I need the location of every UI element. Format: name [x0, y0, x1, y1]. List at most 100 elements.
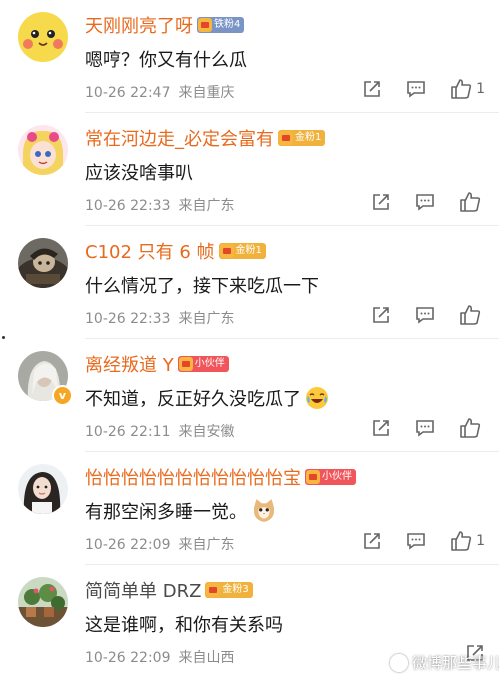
fan-badge: 小伙伴	[177, 356, 229, 372]
comment-meta: 10-26 22:09 来自山西	[85, 647, 234, 667]
comment-text: 有那空闲多睡一觉。	[85, 498, 277, 524]
comment-actions	[347, 191, 485, 213]
username[interactable]: 简简单单 DRZ	[85, 577, 201, 603]
fan-badge: 金粉1	[218, 243, 266, 259]
comment-meta: 10-26 22:33 来自广东	[85, 308, 234, 328]
like-button[interactable]	[459, 191, 485, 213]
share-icon	[373, 307, 389, 323]
username[interactable]: 天刚刚亮了呀	[85, 12, 193, 38]
verified-icon: v	[52, 385, 73, 406]
comment-meta: 10-26 22:09 来自广东	[85, 534, 234, 554]
avatar[interactable]	[18, 577, 68, 627]
share-icon	[373, 420, 389, 436]
comment-time: 10-26 22:47	[85, 85, 171, 101]
reply-button[interactable]	[415, 192, 435, 212]
avatar[interactable]	[18, 464, 68, 514]
reply-button[interactable]	[406, 531, 426, 551]
share-icon	[364, 533, 380, 549]
fan-badge: 铁粉4	[197, 17, 245, 33]
thumbs-up-icon	[460, 305, 481, 325]
fan-badge-label: 小伙伴	[194, 358, 225, 369]
comment-actions	[347, 304, 485, 326]
comment-actions: 1	[338, 78, 485, 100]
thumbs-up-icon	[460, 418, 481, 438]
fan-badge-label: 金粉3	[222, 584, 249, 595]
comment-time: 10-26 22:33	[85, 311, 171, 327]
divider	[85, 338, 499, 339]
comment-meta: 10-26 22:33 来自广东	[85, 195, 234, 215]
watermark: 微博那些事儿	[390, 652, 499, 673]
comment-location: 来自广东	[178, 198, 235, 214]
reply-button[interactable]	[415, 418, 435, 438]
crown-icon	[178, 357, 193, 371]
username[interactable]: 离经叛道 Y	[85, 351, 174, 377]
comment-text: 应该没啥事叭	[85, 163, 193, 184]
share-button[interactable]	[371, 192, 391, 212]
crown-icon	[206, 583, 221, 597]
divider	[85, 112, 499, 113]
avatar[interactable]	[18, 125, 68, 175]
comment-location: 来自山西	[178, 650, 235, 666]
fan-badge-label: 铁粉4	[214, 19, 241, 30]
stray-dot	[2, 336, 5, 339]
crown-icon	[306, 470, 320, 484]
watermark-text: 微博那些事儿	[412, 654, 499, 672]
comment-icon	[416, 194, 434, 211]
comment-text: 嗯哼？你又有什么瓜	[85, 50, 247, 71]
fan-badge: 金粉1	[278, 130, 326, 146]
avatar[interactable]	[18, 238, 68, 288]
comment-icon	[416, 307, 434, 324]
crown-icon	[279, 131, 293, 145]
comment-location: 来自广东	[178, 537, 235, 553]
comment-location: 来自重庆	[178, 85, 235, 101]
fan-badge-label: 金粉1	[235, 245, 262, 256]
like-button[interactable]: 1	[450, 530, 485, 552]
comment-actions: 1	[338, 530, 485, 552]
username[interactable]: C102 只有 6 帧	[85, 238, 215, 264]
comment-meta: 10-26 22:11 来自安徽	[85, 421, 234, 441]
reply-button[interactable]	[415, 305, 435, 325]
fan-badge: 金粉3	[205, 582, 253, 598]
comment-list: 天刚刚亮了呀 铁粉4 嗯哼？你又有什么瓜 10-26 22:47 来自重庆 1	[0, 0, 499, 684]
like-count: 1	[476, 81, 485, 97]
username[interactable]: 怡怡怡怡怡怡怡怡怡怡怡宝	[85, 464, 301, 490]
username[interactable]: 常在河边走_必定会富有	[85, 125, 274, 151]
fan-badge-label: 小伙伴	[322, 471, 352, 482]
weibo-logo-icon	[390, 653, 408, 672]
comment-icon	[407, 533, 425, 550]
share-icon	[364, 81, 380, 97]
divider	[85, 451, 499, 452]
share-button[interactable]	[371, 418, 391, 438]
comment-location: 来自安徽	[178, 424, 235, 440]
crown-icon	[198, 18, 212, 32]
comment-text: 什么情况了，接下来吃瓜一下	[85, 276, 319, 297]
comment-time: 10-26 22:09	[85, 650, 171, 666]
share-button[interactable]	[371, 305, 391, 325]
avatar[interactable]	[18, 12, 68, 62]
laughing-tears-emoji	[306, 387, 328, 409]
crown-icon	[219, 244, 234, 258]
like-button[interactable]	[459, 417, 485, 439]
comment-location: 来自广东	[178, 311, 235, 327]
share-button[interactable]	[362, 79, 382, 99]
share-icon	[373, 194, 389, 210]
thumbs-up-icon	[451, 531, 472, 551]
comment-time: 10-26 22:33	[85, 198, 171, 214]
reply-button[interactable]	[406, 79, 426, 99]
like-count: 1	[476, 533, 485, 549]
comment-time: 10-26 22:09	[85, 537, 171, 553]
cat-emoji	[253, 499, 275, 522]
comment-time: 10-26 22:11	[85, 424, 171, 440]
like-button[interactable]	[459, 304, 485, 326]
like-button[interactable]: 1	[450, 78, 485, 100]
fan-badge: 小伙伴	[305, 469, 356, 485]
comment-text: 这是谁啊，和你有关系吗	[85, 615, 283, 636]
comment-icon	[416, 420, 434, 437]
share-button[interactable]	[362, 531, 382, 551]
comment-text: 不知道，反正好久没吃瓜了	[85, 385, 329, 411]
divider	[85, 225, 499, 226]
thumbs-up-icon	[460, 192, 481, 212]
fan-badge-label: 金粉1	[295, 132, 322, 143]
comment-icon	[407, 81, 425, 98]
thumbs-up-icon	[451, 79, 472, 99]
